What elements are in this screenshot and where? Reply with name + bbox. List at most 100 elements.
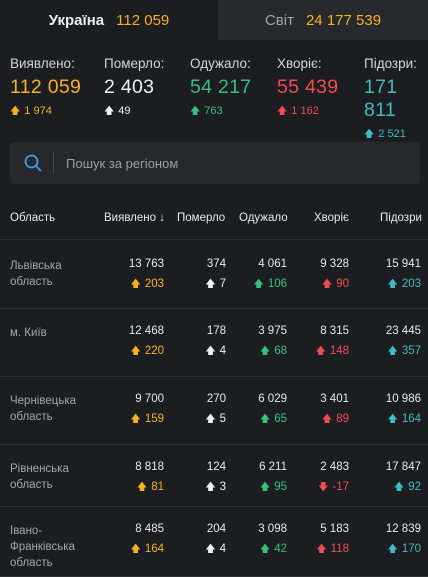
- sick-value: 5 183: [320, 523, 349, 535]
- table-row[interactable]: м. Київ 12 468 🡅 220 178 🡅 4 3 975 🡅 68 8 315 🡅 148 2…: [0, 309, 428, 377]
- detected-delta: 🡅 164: [131, 542, 164, 559]
- region-name-line: область: [10, 557, 53, 569]
- detected-delta-value: 159: [144, 413, 164, 425]
- arrow-up-icon: 🡅: [104, 106, 115, 117]
- country-tabs: Україна 112 059 Світ 24 177 539: [0, 0, 428, 40]
- stat-suspected: Підозри: 171 811 🡅 2 521: [364, 56, 428, 144]
- suspected-delta: 🡅 92: [394, 480, 421, 497]
- table-row[interactable]: Львівська область 13 763 🡅 203 374 🡅 7 4 061 🡅 106…: [0, 242, 428, 309]
- sick-delta-value: 90: [336, 278, 349, 290]
- stat-label: Хворіє:: [277, 56, 322, 71]
- region-name-line: Рівненська: [10, 463, 69, 475]
- sick-delta-value: -17: [332, 481, 349, 493]
- suspected-delta: 🡅 203: [388, 277, 421, 294]
- header-died[interactable]: Померло: [177, 212, 225, 224]
- region-name-line: Івано-: [10, 525, 43, 537]
- header-detected[interactable]: Виявлено ↓: [104, 212, 165, 224]
- table-row[interactable]: Рівненська область 8 818 🡅 81 124 🡅 3 6 211 🡅 95 2 …: [0, 445, 428, 507]
- tab-ukraine[interactable]: Україна 112 059: [0, 0, 218, 40]
- detected-delta: 🡅 220: [131, 344, 164, 361]
- tab-world-label: Світ: [264, 11, 294, 29]
- detected-delta-value: 81: [151, 481, 164, 493]
- died-delta-value: 7: [219, 278, 226, 290]
- arrow-up-icon: 🡅: [321, 414, 333, 425]
- recovered-delta: 🡅 106: [254, 277, 287, 294]
- table-row[interactable]: Івано- Франківська область 8 485 🡅 164 204 🡅 4 3 …: [0, 507, 428, 577]
- sick-delta-value: 148: [329, 345, 349, 357]
- stat-delta: 2 521: [378, 128, 406, 140]
- arrow-up-icon: 🡅: [205, 482, 216, 493]
- header-sick[interactable]: Хворіє: [314, 212, 349, 224]
- header-region[interactable]: Область: [10, 212, 55, 224]
- stat-delta: 1 974: [24, 105, 52, 117]
- search-icon[interactable]: [24, 154, 42, 172]
- recovered-delta: 🡅 42: [260, 542, 287, 559]
- sick-delta-value: 118: [330, 543, 349, 555]
- arrow-up-icon: 🡅: [10, 106, 21, 117]
- arrow-up-icon: 🡅: [259, 414, 271, 425]
- detected-delta: 🡅 159: [131, 412, 164, 429]
- sick-value: 9 328: [320, 258, 349, 270]
- detected-value: 13 763: [128, 258, 164, 270]
- tab-world-count: 24 177 539: [305, 11, 382, 29]
- stat-died: Померло: 2 403 🡅 49: [104, 56, 164, 121]
- suspected-delta: 🡅 164: [388, 412, 421, 429]
- died-delta: 🡅 4: [205, 542, 226, 559]
- stat-detected: Виявлено: 112 059 🡅 1 974: [10, 56, 81, 121]
- suspected-delta-value: 92: [408, 481, 421, 493]
- arrow-up-icon: 🡅: [130, 544, 141, 555]
- search-input[interactable]: [66, 155, 386, 171]
- arrow-up-icon: 🡅: [190, 106, 201, 117]
- stat-value: 54 217: [190, 76, 252, 98]
- arrow-up-icon: 🡅: [387, 346, 398, 357]
- region-name-line: м. Київ: [10, 327, 47, 339]
- suspected-delta-value: 357: [401, 345, 421, 357]
- suspected-value: 23 445: [385, 325, 421, 337]
- recovered-value: 3 975: [258, 325, 287, 337]
- region-name-line: Чернівецька: [10, 395, 76, 407]
- arrow-up-icon: 🡅: [130, 414, 141, 425]
- recovered-value: 6 211: [259, 461, 287, 473]
- detected-value: 12 468: [128, 325, 164, 337]
- sick-delta-value: 89: [336, 413, 349, 425]
- stat-recovered: Одужало: 54 217 🡅 763: [190, 56, 251, 121]
- died-delta-value: 3: [219, 481, 226, 493]
- detected-delta-value: 164: [144, 543, 164, 555]
- suspected-value: 12 839: [385, 523, 421, 535]
- suspected-delta: 🡅 170: [388, 542, 421, 559]
- recovered-delta: 🡅 65: [260, 412, 287, 429]
- arrow-up-icon: 🡅: [393, 482, 405, 493]
- header-recovered[interactable]: Одужало: [239, 212, 288, 224]
- stat-delta: 763: [204, 105, 223, 117]
- tab-world[interactable]: Світ 24 177 539: [218, 0, 428, 40]
- recovered-delta-value: 42: [274, 543, 287, 555]
- region-name-line: Львівська: [10, 260, 62, 272]
- header-suspected[interactable]: Підозри: [380, 212, 422, 224]
- died-value: 270: [206, 393, 226, 405]
- stat-value: 171 811: [364, 76, 398, 121]
- recovered-value: 3 098: [258, 523, 287, 535]
- recovered-delta-value: 65: [274, 413, 287, 425]
- arrow-up-icon: 🡅: [259, 346, 271, 357]
- detected-delta-value: 203: [144, 278, 164, 290]
- recovered-value: 4 061: [258, 258, 287, 270]
- died-delta-value: 4: [219, 345, 226, 357]
- sick-value: 8 315: [320, 325, 349, 337]
- table-row[interactable]: Чернівецька область 9 700 🡅 159 270 🡅 5 6 029 🡅 65…: [0, 377, 428, 445]
- arrow-up-icon: 🡅: [259, 482, 271, 493]
- region-name-line: Франківська: [10, 541, 75, 553]
- died-delta-value: 5: [219, 413, 226, 425]
- suspected-delta-value: 203: [401, 278, 421, 290]
- stat-label: Одужало:: [190, 56, 251, 71]
- region-name-line: область: [10, 276, 53, 288]
- detected-delta-value: 220: [144, 345, 164, 357]
- arrow-up-icon: 🡅: [387, 544, 398, 555]
- arrow-down-icon: 🡇: [318, 482, 329, 493]
- arrow-up-icon: 🡅: [277, 106, 288, 117]
- region-name: Львівська область: [10, 258, 62, 290]
- recovered-value: 6 029: [258, 393, 287, 405]
- died-value: 178: [206, 325, 226, 337]
- died-value: 374: [206, 258, 226, 270]
- arrow-up-icon: 🡅: [130, 279, 141, 290]
- died-delta: 🡅 3: [205, 480, 226, 497]
